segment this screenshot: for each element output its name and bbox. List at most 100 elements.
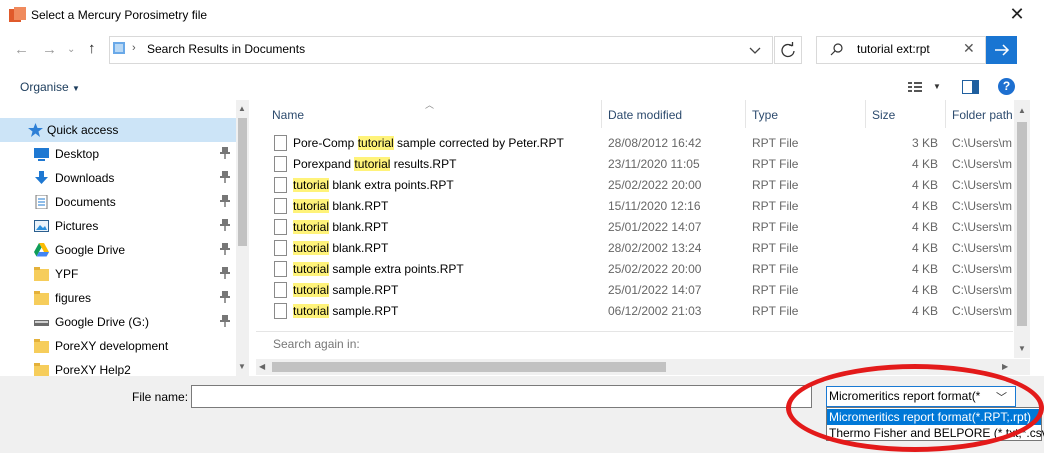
- sidebar-item-label: Documents: [55, 195, 116, 209]
- file-path: C:\Users\m: [952, 178, 1012, 192]
- file-name-suffix: results.RPT: [390, 157, 457, 171]
- folder-icon: [34, 363, 49, 377]
- file-name: tutorial blank.RPT: [293, 199, 388, 213]
- file-date: 25/01/2022 14:07: [608, 220, 702, 234]
- file-type: RPT File: [752, 199, 799, 213]
- sidebar-item-label: PoreXY Help2: [55, 363, 131, 377]
- search-highlight: tutorial: [293, 241, 330, 255]
- file-row[interactable]: tutorial sample extra points.RPT 25/02/20…: [256, 259, 1013, 280]
- sidebar-item-label: Desktop: [55, 147, 100, 161]
- file-icon: [274, 240, 287, 256]
- help-icon[interactable]: ?: [998, 78, 1015, 95]
- refresh-button[interactable]: [774, 36, 802, 64]
- forward-arrow-icon[interactable]: →: [42, 40, 57, 60]
- column-divider[interactable]: [601, 100, 602, 128]
- organise-label: Organise: [20, 80, 69, 94]
- file-row[interactable]: Pore-Comp tutorial sample corrected by P…: [256, 133, 1013, 154]
- column-divider[interactable]: [865, 100, 866, 128]
- file-type: RPT File: [752, 178, 799, 192]
- file-name-prefix: Porexpand: [293, 157, 355, 171]
- star-icon: [28, 123, 43, 137]
- file-list-vscroll-thumb[interactable]: [1017, 122, 1027, 326]
- column-folder-path[interactable]: Folder path: [952, 108, 1013, 122]
- close-button[interactable]: ✕: [1008, 4, 1026, 24]
- recent-chevron-icon[interactable]: ⌄: [67, 40, 75, 60]
- scroll-left-icon[interactable]: ◀: [259, 362, 265, 371]
- chevron-down-icon[interactable]: [748, 40, 762, 60]
- file-path: C:\Users\m: [952, 220, 1012, 234]
- organise-button[interactable]: Organise ▼: [20, 80, 80, 94]
- scroll-down-icon[interactable]: ▼: [238, 362, 246, 371]
- file-path: C:\Users\m: [952, 136, 1012, 150]
- sidebar-scroll-thumb[interactable]: [238, 118, 247, 246]
- sidebar-item[interactable]: Desktop: [0, 142, 236, 166]
- file-path: C:\Users\m: [952, 283, 1012, 297]
- view-caret-icon[interactable]: ▼: [933, 82, 941, 91]
- file-name-suffix: sample corrected by Peter.RPT: [393, 136, 564, 150]
- file-name-suffix: sample extra points.RPT: [329, 262, 464, 276]
- clear-search-icon[interactable]: ✕: [963, 40, 975, 57]
- breadcrumb-chevron-icon: ›: [132, 42, 136, 54]
- search-go-button[interactable]: [986, 36, 1017, 64]
- file-size: 4 KB: [911, 220, 938, 234]
- sidebar-item[interactable]: Documents: [0, 190, 236, 214]
- file-icon: [274, 135, 287, 151]
- file-list-vscroll[interactable]: ▲ ▼: [1014, 100, 1030, 358]
- file-row[interactable]: tutorial sample.RPT 06/12/2002 21:03 RPT F…: [256, 301, 1013, 322]
- file-date: 15/11/2020 12:16: [608, 199, 701, 213]
- file-name: tutorial blank extra points.RPT: [293, 178, 454, 192]
- search-highlight: tutorial: [293, 199, 330, 213]
- pin-icon: [220, 315, 230, 327]
- search-highlight: tutorial: [354, 157, 391, 171]
- pin-icon: [220, 267, 230, 279]
- file-size: 4 KB: [911, 304, 938, 318]
- file-size: 4 KB: [911, 241, 938, 255]
- sidebar-item[interactable]: Downloads: [0, 166, 236, 190]
- sidebar-item[interactable]: figures: [0, 286, 236, 310]
- file-name-input[interactable]: [191, 385, 812, 408]
- back-arrow-icon[interactable]: ←: [14, 40, 29, 60]
- file-name-suffix: blank.RPT: [329, 220, 389, 234]
- file-row[interactable]: tutorial blank.RPT 15/11/2020 12:16 RPT Fi…: [256, 196, 1013, 217]
- sidebar-item[interactable]: Pictures: [0, 214, 236, 238]
- sidebar-item-label: YPF: [55, 267, 79, 281]
- file-name: tutorial sample.RPT: [293, 304, 398, 318]
- file-icon: [274, 303, 287, 319]
- sidebar-item-label: figures: [55, 291, 92, 305]
- view-options-icon[interactable]: [907, 80, 927, 94]
- scroll-up-icon[interactable]: ▲: [1018, 106, 1026, 115]
- file-row[interactable]: tutorial blank extra points.RPT 25/02/202…: [256, 175, 1013, 196]
- file-date: 25/01/2022 14:07: [608, 283, 702, 297]
- up-arrow-icon[interactable]: ↑: [88, 40, 96, 57]
- column-name[interactable]: Name: [272, 108, 304, 122]
- column-divider[interactable]: [945, 100, 946, 128]
- scroll-right-icon[interactable]: ▶: [1002, 362, 1008, 371]
- column-type[interactable]: Type: [752, 108, 778, 122]
- column-size[interactable]: Size: [872, 108, 895, 122]
- sidebar-scrollbar[interactable]: ▲ ▼: [236, 100, 249, 376]
- file-type: RPT File: [752, 136, 799, 150]
- file-type: RPT File: [752, 157, 799, 171]
- sidebar-item-label: Google Drive (G:): [55, 315, 150, 329]
- file-date: 06/12/2002 21:03: [608, 304, 702, 318]
- sidebar-item[interactable]: YPF: [0, 262, 236, 286]
- caret-down-icon: ▼: [72, 84, 80, 93]
- sidebar-item-label: Quick access: [47, 123, 119, 137]
- preview-pane-icon[interactable]: [962, 80, 979, 94]
- column-date-modified[interactable]: Date modified: [608, 108, 682, 122]
- sidebar-item[interactable]: Google Drive (G:): [0, 310, 236, 334]
- google-drive-icon: [34, 243, 49, 257]
- scroll-down-icon[interactable]: ▼: [1018, 344, 1026, 353]
- file-size: 4 KB: [911, 283, 938, 297]
- file-row[interactable]: tutorial blank.RPT 28/02/2002 13:24 RPT Fi…: [256, 238, 1013, 259]
- sidebar-item[interactable]: PoreXY development: [0, 334, 236, 358]
- search-highlight: tutorial: [293, 220, 330, 234]
- file-row[interactable]: tutorial blank.RPT 25/01/2022 14:07 RPT Fi…: [256, 217, 1013, 238]
- sidebar-item[interactable]: Google Drive: [0, 238, 236, 262]
- column-divider[interactable]: [745, 100, 746, 128]
- file-row[interactable]: tutorial sample.RPT 25/01/2022 14:07 RPT F…: [256, 280, 1013, 301]
- file-row[interactable]: Porexpand tutorial results.RPT 23/11/2020…: [256, 154, 1013, 175]
- file-list-hscroll-thumb[interactable]: [272, 362, 666, 372]
- sidebar-item[interactable]: Quick access: [0, 118, 236, 142]
- scroll-up-icon[interactable]: ▲: [238, 104, 246, 113]
